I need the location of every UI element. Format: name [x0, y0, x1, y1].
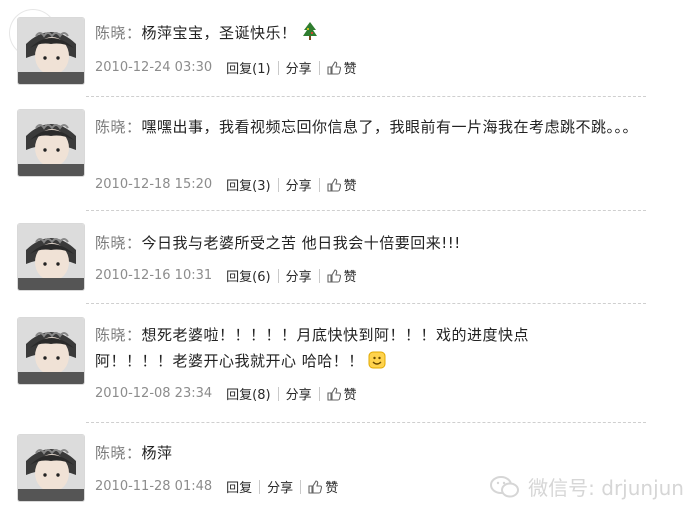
like-label: 赞 — [343, 179, 357, 194]
post-content: 嘿嘿出事，我看视频忘回你信息了，我眼前有一片海我在考虑跳不跳。。。 — [141, 118, 639, 136]
share-link[interactable]: 分享 — [286, 175, 312, 194]
avatar[interactable] — [18, 224, 84, 290]
reply-link[interactable]: 回复(6) — [226, 266, 270, 285]
post-author[interactable]: 陈晓： — [95, 444, 142, 462]
post-timestamp: 2010-12-24 03:30 — [95, 60, 213, 75]
thumbs-up-icon — [327, 386, 341, 401]
christmas-tree-icon — [301, 21, 319, 49]
post-timestamp: 2010-12-08 23:34 — [95, 386, 213, 401]
like-label: 赞 — [343, 388, 357, 403]
avatar[interactable] — [18, 110, 84, 176]
like-label: 赞 — [325, 481, 339, 496]
divider — [86, 303, 646, 304]
divider — [318, 177, 320, 192]
post-timestamp: 2010-12-16 10:31 — [95, 268, 213, 283]
divider — [277, 386, 279, 401]
post-timestamp: 2010-11-28 01:48 — [95, 479, 213, 494]
post-content: 今日我与老婆所受之苦 他日我会十倍要回来!!! — [141, 234, 461, 252]
thumbs-up-icon — [327, 60, 341, 75]
like-label: 赞 — [343, 62, 357, 77]
divider — [318, 386, 320, 401]
post-meta: 2010-12-16 10:31 回复(6) 分享 赞 — [95, 266, 357, 285]
divider — [86, 422, 646, 423]
post-author[interactable]: 陈晓： — [95, 234, 142, 252]
like-button[interactable]: 赞 — [327, 384, 357, 403]
post-author[interactable]: 陈晓： — [95, 24, 142, 42]
divider — [318, 268, 320, 283]
like-button[interactable]: 赞 — [327, 266, 357, 285]
divider — [86, 96, 646, 97]
post-timestamp: 2010-12-18 15:20 — [95, 177, 213, 192]
thumbs-up-icon — [327, 177, 341, 192]
post-meta: 2010-11-28 01:48 回复 分享 赞 — [95, 477, 338, 496]
wechat-watermark: 微信号: drjunjun — [490, 472, 684, 501]
like-label: 赞 — [343, 270, 357, 285]
reply-link[interactable]: 回复(3) — [226, 175, 270, 194]
avatar[interactable] — [18, 435, 84, 501]
wechat-icon — [490, 475, 520, 497]
avatar[interactable] — [18, 18, 84, 84]
divider — [86, 210, 646, 211]
divider — [300, 479, 302, 494]
reply-link[interactable]: 回复(8) — [226, 384, 270, 403]
divider — [277, 60, 279, 75]
post-author[interactable]: 陈晓： — [95, 118, 142, 136]
post-meta: 2010-12-24 03:30 回复(1) 分享 赞 — [95, 58, 357, 77]
share-link[interactable]: 分享 — [267, 477, 293, 496]
smile-face-icon — [368, 351, 386, 377]
like-button[interactable]: 赞 — [308, 477, 338, 496]
share-link[interactable]: 分享 — [286, 384, 312, 403]
divider — [259, 479, 261, 494]
post-content: 杨萍宝宝，圣诞快乐！ — [141, 24, 297, 42]
timeline: 陈晓：杨萍宝宝，圣诞快乐！ 2010-12-24 03:30 回复(1) 分享 … — [0, 0, 700, 517]
divider — [277, 177, 279, 192]
post-content: 想死老婆啦！！！！！月底快快到阿！！！戏的进度快点阿！！！！老婆开心我就开心 哈… — [95, 326, 530, 370]
divider — [318, 60, 320, 75]
share-link[interactable]: 分享 — [286, 266, 312, 285]
avatar[interactable] — [18, 318, 84, 384]
thumbs-up-icon — [327, 268, 341, 283]
like-button[interactable]: 赞 — [327, 58, 357, 77]
like-button[interactable]: 赞 — [327, 175, 357, 194]
divider — [277, 268, 279, 283]
post-content: 杨萍 — [141, 444, 173, 462]
thumbs-up-icon — [308, 479, 323, 494]
post-meta: 2010-12-18 15:20 回复(3) 分享 赞 — [95, 175, 357, 194]
reply-link[interactable]: 回复 — [226, 477, 252, 496]
watermark-text: 微信号: drjunjun — [528, 476, 684, 500]
reply-link[interactable]: 回复(1) — [226, 58, 270, 77]
post-meta: 2010-12-08 23:34 回复(8) 分享 赞 — [95, 384, 357, 403]
post-author[interactable]: 陈晓： — [95, 326, 142, 344]
share-link[interactable]: 分享 — [286, 58, 312, 77]
